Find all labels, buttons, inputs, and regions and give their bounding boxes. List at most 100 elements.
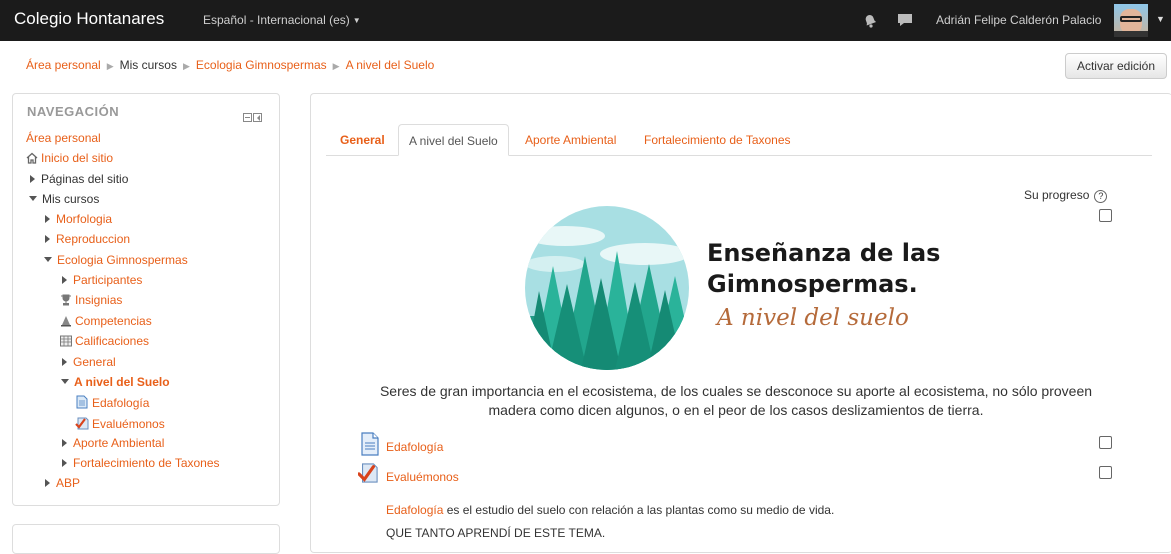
nav-label: ABP [56,476,81,490]
expand-arrow-icon [62,459,67,467]
top-navbar: Colegio Hontanares Español - Internacion… [0,0,1171,41]
tab-general[interactable]: General [340,124,385,156]
collapse-arrow-icon [44,257,52,262]
section-description: Seres de gran importancia en el ecosiste… [379,383,1093,418]
user-menu-chevron-icon[interactable]: ▼ [1156,14,1165,24]
nav-paginas-del-sitio[interactable]: Páginas del sitio [30,172,128,187]
breadcrumb-area-personal[interactable]: Área personal [26,58,101,72]
nav-morfologia[interactable]: Morfologia [45,212,112,227]
home-icon [26,152,38,164]
nav-label: Edafología [92,396,150,410]
nav-label: Competencias [75,314,152,328]
banner-title-line: Gimnospermas. [707,270,918,298]
collapse-arrow-icon [29,196,37,201]
breadcrumb-separator-icon: ▶ [106,61,114,71]
nav-fortalecimiento-de-taxones[interactable]: Fortalecimiento de Taxones [62,456,220,471]
trophy-icon [61,294,71,306]
chevron-down-icon: ▼ [352,16,361,25]
nav-label: Calificaciones [75,334,150,348]
activity-edafologia-link[interactable]: Edafología [386,440,443,454]
tab-fortalecimiento-de-taxones[interactable]: Fortalecimiento de Taxones [644,124,791,156]
forest-illustration [525,206,689,370]
minimize-block-icon[interactable] [243,113,252,122]
bell-icon[interactable] [862,12,878,28]
expand-arrow-icon [62,358,67,366]
section-completion-checkbox[interactable] [1099,209,1112,222]
breadcrumb-mis-cursos: Mis cursos [119,58,177,72]
banner-title: Enseñanza de las Gimnospermas. [707,238,940,300]
language-menu[interactable]: Español - Internacional (es) ▼ [203,13,361,27]
nav-aporte-ambiental[interactable]: Aporte Ambiental [62,436,164,451]
nav-abp[interactable]: ABP [45,476,80,491]
breadcrumb-course[interactable]: Ecologia Gimnospermas [196,58,327,72]
nav-label: Aporte Ambiental [73,436,165,450]
nav-participantes[interactable]: Participantes [62,273,142,288]
nav-label: Fortalecimiento de Taxones [73,456,220,470]
nav-label: Insignias [75,293,123,307]
nav-label: Participantes [73,273,143,287]
help-icon[interactable]: ? [1094,190,1108,203]
page-icon [76,395,88,409]
grades-table-icon [60,335,72,347]
dock-block-icon[interactable] [253,113,262,122]
activity-evaluemonos-link[interactable]: Evaluémonos [386,470,459,484]
language-label: Español - Internacional (es) [203,13,350,27]
competencies-icon [61,316,71,327]
expand-arrow-icon [30,175,35,183]
nav-label: Morfologia [56,212,113,226]
progress-label: Su progreso? [1024,188,1108,203]
section-summary: Edafología es el estudio del suelo con r… [386,503,834,517]
page-icon [361,432,379,456]
nav-ecologia-gimnospermas[interactable]: Ecologia Gimnospermas [44,253,188,268]
nav-reproduccion[interactable]: Reproduccion [45,232,130,247]
breadcrumb: Área personal ▶ Mis cursos ▶ Ecologia Gimnos… [26,58,434,72]
messages-icon[interactable] [897,12,913,28]
site-brand[interactable]: Colegio Hontanares [14,9,164,29]
banner-title-line: Enseñanza de las [707,239,941,267]
nav-label: A nivel del Suelo [74,375,170,389]
nav-evaluemonos[interactable]: Evaluémonos [75,416,165,432]
activity-completion-checkbox[interactable] [1099,436,1112,449]
avatar[interactable] [1114,4,1148,37]
summary-text: es el estudio del suelo con relación a l… [443,503,835,517]
section-tabs: General A nivel del Suelo Aporte Ambient… [326,124,1152,156]
nav-label: Mis cursos [42,192,100,206]
nav-label: Área personal [26,131,101,145]
collapse-arrow-icon [61,379,69,384]
nav-calificaciones[interactable]: Calificaciones [60,334,149,349]
nav-a-nivel-del-suelo[interactable]: A nivel del Suelo [61,375,170,390]
tab-a-nivel-del-suelo[interactable]: A nivel del Suelo [398,124,509,156]
quiz-note: QUE TANTO APRENDÍ DE ESTE TEMA. [386,526,606,540]
nav-label: Ecologia Gimnospermas [57,253,188,267]
expand-arrow-icon [45,215,50,223]
breadcrumb-separator-icon: ▶ [332,61,340,71]
block-controls [242,110,262,125]
expand-arrow-icon [62,439,67,447]
expand-arrow-icon [45,235,50,243]
breadcrumb-section[interactable]: A nivel del Suelo [346,58,435,72]
nav-insignias[interactable]: Insignias [60,293,122,308]
summary-edafologia-link[interactable]: Edafología [386,503,443,517]
user-name[interactable]: Adrián Felipe Calderón Palacio [936,13,1101,27]
nav-area-personal[interactable]: Área personal [26,131,101,146]
expand-arrow-icon [62,276,67,284]
nav-general[interactable]: General [62,355,116,370]
nav-label: General [73,355,116,369]
tab-aporte-ambiental[interactable]: Aporte Ambiental [525,124,616,156]
nav-mis-cursos[interactable]: Mis cursos [29,192,99,207]
nav-edafologia[interactable]: Edafología [75,395,149,411]
quiz-icon [75,417,89,430]
nav-inicio-del-sitio[interactable]: Inicio del sitio [26,151,113,166]
nav-competencias[interactable]: Competencias [60,314,152,329]
nav-label: Inicio del sitio [41,151,114,165]
navigation-block-title: NAVEGACIÓN [27,104,120,119]
breadcrumb-separator-icon: ▶ [182,61,190,71]
nav-label: Reproduccion [56,232,131,246]
progress-text: Su progreso [1024,188,1090,202]
activity-completion-checkbox[interactable] [1099,466,1112,479]
turn-editing-on-button[interactable]: Activar edición [1065,53,1167,79]
quiz-icon [358,463,378,483]
secondary-block [12,524,280,554]
nav-label: Páginas del sitio [41,172,129,186]
banner-subtitle: A nivel del suelo [717,305,909,331]
